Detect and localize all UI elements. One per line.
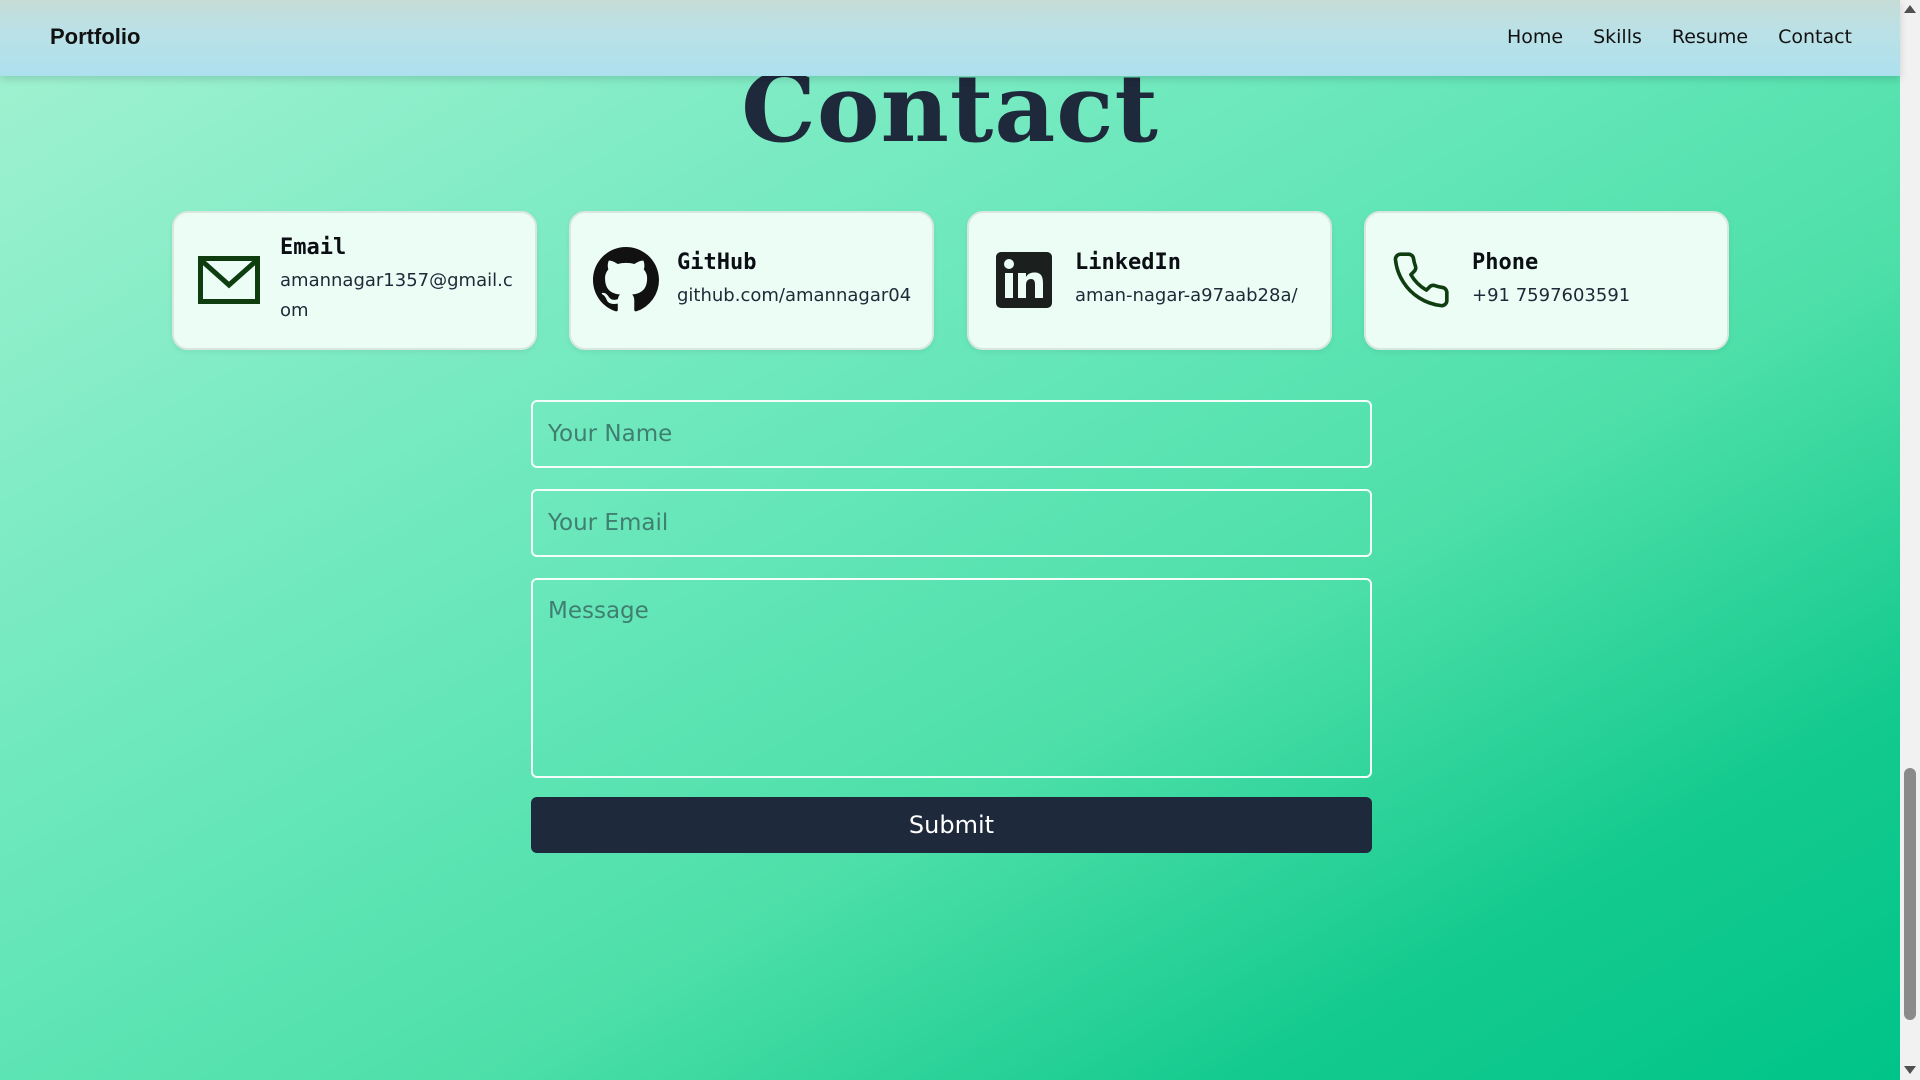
nav-contact-link[interactable]: Contact <box>1778 26 1852 48</box>
github-icon <box>593 247 659 313</box>
linkedin-card-title: LinkedIn <box>1075 250 1181 275</box>
linkedin-card-body: LinkedIn aman-nagar-a97aab28a/ <box>1075 213 1316 348</box>
page: Portfolio Home Skills Resume Contact Con… <box>0 0 1900 1080</box>
email-input[interactable] <box>531 489 1372 557</box>
linkedin-card[interactable]: LinkedIn aman-nagar-a97aab28a/ <box>967 211 1332 350</box>
nav-resume-link[interactable]: Resume <box>1672 26 1748 48</box>
email-card[interactable]: Email amannagar1357@gmail.com <box>172 211 537 350</box>
phone-card-body: Phone +91 7597603591 <box>1472 213 1713 348</box>
phone-icon <box>1388 247 1454 313</box>
submit-button[interactable]: Submit <box>531 797 1372 853</box>
nav-home-link[interactable]: Home <box>1507 26 1563 48</box>
scroll-thumb[interactable] <box>1904 768 1916 1020</box>
scroll-down-arrow-icon[interactable] <box>1904 1066 1916 1074</box>
linkedin-card-value: aman-nagar-a97aab28a/ <box>1075 285 1298 306</box>
navbar: Portfolio Home Skills Resume Contact <box>0 0 1900 76</box>
github-card[interactable]: GitHub github.com/amannagar04 <box>569 211 934 350</box>
email-envelope-icon <box>196 247 262 313</box>
github-card-body: GitHub github.com/amannagar04 <box>677 213 918 348</box>
message-textarea[interactable] <box>531 578 1372 778</box>
vertical-scrollbar[interactable] <box>1900 0 1920 1080</box>
email-card-value: amannagar1357@gmail.com <box>280 270 513 321</box>
name-input[interactable] <box>531 400 1372 468</box>
scroll-up-arrow-icon[interactable] <box>1904 5 1916 13</box>
phone-card[interactable]: Phone +91 7597603591 <box>1364 211 1729 350</box>
github-card-title: GitHub <box>677 250 757 275</box>
brand-logo[interactable]: Portfolio <box>50 24 140 50</box>
nav-skills-link[interactable]: Skills <box>1593 26 1642 48</box>
email-card-title: Email <box>280 235 347 260</box>
github-card-value: github.com/amannagar04 <box>677 285 912 306</box>
phone-card-title: Phone <box>1472 250 1539 275</box>
phone-card-value: +91 7597603591 <box>1472 285 1631 306</box>
nav-links: Home Skills Resume Contact <box>1507 26 1852 48</box>
email-card-body: Email amannagar1357@gmail.com <box>280 213 521 348</box>
linkedin-icon <box>991 247 1057 313</box>
